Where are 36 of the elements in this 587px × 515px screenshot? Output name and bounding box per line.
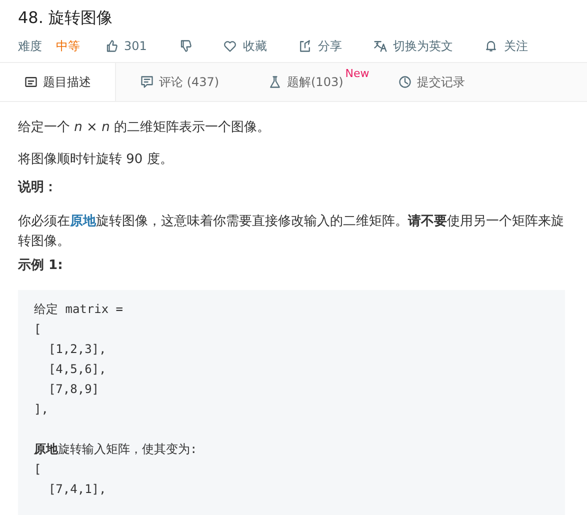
section-heading: 说明： — [18, 179, 58, 197]
code-line: [4,5,6], — [47, 361, 108, 378]
link[interactable]: 原地 — [70, 214, 96, 229]
like-button[interactable]: 301 — [104, 39, 147, 53]
code-line: [7,8,9] — [47, 381, 100, 398]
paragraph: 给定一个 n × n 的二维矩阵表示一个图像。 — [18, 119, 271, 137]
translate-button[interactable]: 切换为英文 — [372, 38, 453, 54]
thumbs-up-icon — [104, 39, 118, 53]
follow-button[interactable]: 关注 — [484, 38, 528, 54]
paragraph: 你必须在原地旋转图像，这意味着你需要直接修改输入的二维矩阵。请不要使用另一个矩阵来旋转图像。 — [18, 213, 565, 251]
tab[interactable]: 题目描述 — [0, 63, 116, 101]
difficulty-caption: 难度 — [18, 38, 42, 54]
bell-icon — [484, 39, 498, 53]
document-icon — [24, 75, 38, 89]
heart-icon — [222, 39, 237, 53]
tab[interactable]: 提交记录 — [374, 63, 502, 101]
code-line: 原地旋转输入矩阵，使其变为: — [34, 441, 198, 458]
code-line: 给定 matrix = — [34, 301, 124, 318]
code-line: [7,4,1], — [47, 481, 108, 498]
flask-icon — [268, 75, 282, 89]
problem-title: 48. 旋转图像 — [17, 7, 114, 29]
comment-icon — [140, 75, 154, 89]
translate-icon — [372, 39, 387, 53]
code-line: [ — [34, 321, 42, 338]
difficulty-text: 中等 — [56, 38, 80, 54]
share-button[interactable]: 分享 — [298, 38, 342, 54]
section-heading: 示例 1: — [18, 257, 64, 275]
code-line: [ — [34, 461, 42, 478]
favorite-button[interactable]: 收藏 — [222, 38, 267, 54]
share-icon — [298, 39, 312, 53]
code-line: ], — [34, 401, 50, 418]
new-label: New — [345, 66, 370, 80]
code-line: [1,2,3], — [47, 341, 108, 358]
clock-icon — [398, 75, 412, 89]
tab[interactable]: 评论 (437) — [116, 63, 244, 101]
paragraph: 将图像顺时针旋转 90 度。 — [18, 151, 174, 169]
